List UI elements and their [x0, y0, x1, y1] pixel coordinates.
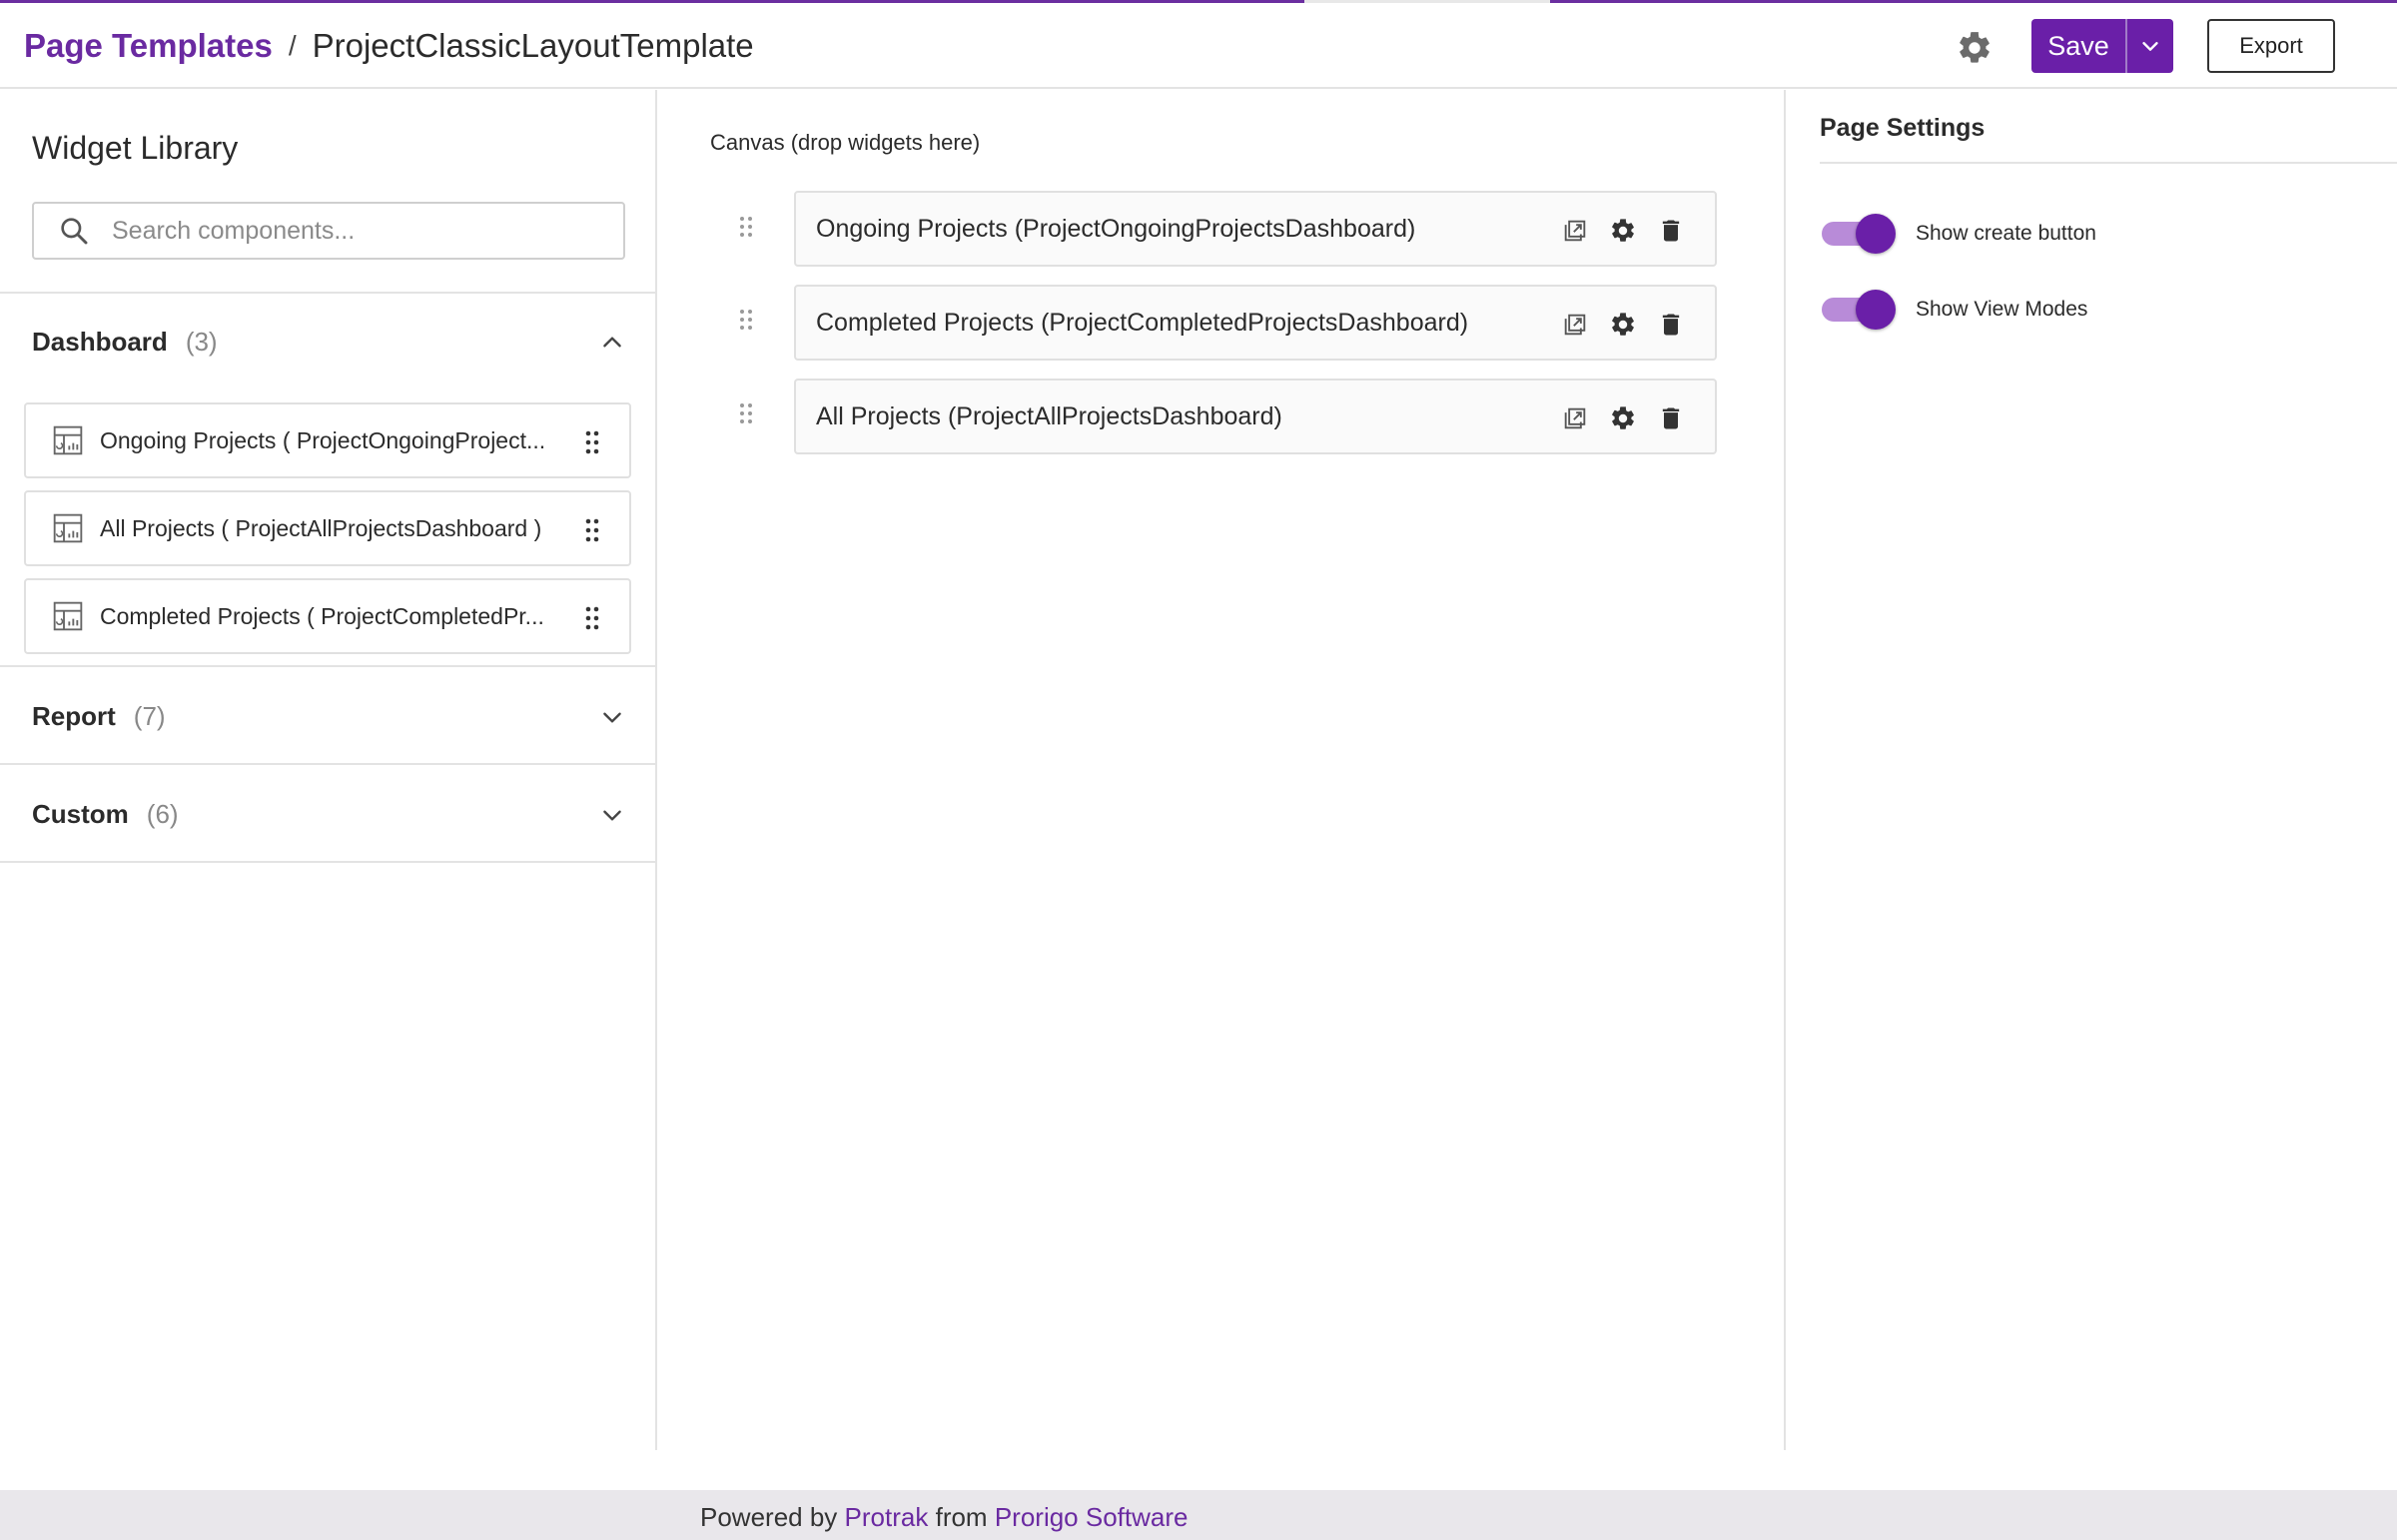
canvas-widget-label: All Projects (ProjectAllProjectsDashboar…	[816, 401, 1282, 430]
page-settings-panel: Page Settings Show create button Show Vi…	[1784, 90, 2397, 1450]
section-count: (7)	[133, 700, 166, 731]
section-dashboard-header[interactable]: Dashboard (3)	[32, 322, 625, 362]
page-title: ProjectClassicLayoutTemplate	[312, 27, 754, 64]
section-report-header[interactable]: Report (7)	[32, 696, 625, 736]
library-item-completed-projects[interactable]: Completed Projects ( ProjectCompletedPr.…	[24, 578, 631, 654]
show-create-button-toggle[interactable]	[1822, 214, 1896, 254]
gear-icon[interactable]	[1609, 404, 1637, 432]
section-name: Custom	[32, 798, 129, 829]
library-item-all-projects[interactable]: All Projects ( ProjectAllProjectsDashboa…	[24, 490, 631, 566]
trash-icon[interactable]	[1657, 311, 1685, 339]
header: Page Templates / ProjectClassicLayoutTem…	[0, 3, 2397, 89]
widget-library-title: Widget Library	[32, 130, 239, 166]
toggle-row-show-view-modes: Show View Modes	[1822, 290, 2087, 330]
save-button-group: Save	[2031, 19, 2173, 73]
section-custom-header[interactable]: Custom (6)	[32, 794, 625, 834]
canvas-widget[interactable]: Completed Projects (ProjectCompletedProj…	[794, 285, 1717, 361]
gear-icon[interactable]	[1956, 29, 1994, 67]
open-in-new-icon[interactable]	[1561, 217, 1589, 245]
library-item-label: All Projects ( ProjectAllProjectsDashboa…	[100, 514, 542, 541]
toggle-row-show-create-button: Show create button	[1822, 214, 2096, 254]
section-name: Report	[32, 700, 116, 731]
toggle-label: Show View Modes	[1916, 298, 2088, 321]
section-count: (3)	[185, 326, 218, 357]
chevron-down-icon	[2142, 42, 2158, 51]
canvas-widget-actions	[1541, 217, 1685, 245]
gear-icon[interactable]	[1609, 311, 1637, 339]
drag-handle-icon[interactable]	[739, 402, 753, 424]
open-in-new-icon[interactable]	[1561, 404, 1589, 432]
canvas-widget-label: Ongoing Projects (ProjectOngoingProjects…	[816, 214, 1416, 243]
drag-handle-icon[interactable]	[585, 430, 599, 454]
section-divider	[0, 292, 655, 294]
library-item-ongoing-projects[interactable]: Ongoing Projects ( ProjectOngoingProject…	[24, 402, 631, 478]
trash-icon[interactable]	[1657, 217, 1685, 245]
canvas-title: Canvas (drop widgets here)	[710, 130, 981, 155]
canvas-widget[interactable]: Ongoing Projects (ProjectOngoingProjects…	[794, 191, 1717, 267]
dashboard-widget-icon	[53, 425, 83, 455]
footer-product-link[interactable]: Protrak	[845, 1502, 929, 1532]
canvas-area[interactable]: Canvas (drop widgets here) Ongoing Proje…	[659, 90, 1784, 1450]
search-input[interactable]	[112, 216, 611, 246]
library-item-label: Completed Projects ( ProjectCompletedPr.…	[100, 602, 544, 629]
breadcrumb-page-templates-link[interactable]: Page Templates	[24, 27, 273, 65]
page-settings-title: Page Settings	[1820, 114, 1986, 142]
canvas-widget-actions	[1541, 404, 1685, 432]
open-in-new-icon[interactable]	[1561, 311, 1589, 339]
canvas-widget-actions	[1541, 311, 1685, 339]
dashboard-widget-icon	[53, 601, 83, 631]
drag-handle-icon[interactable]	[585, 606, 599, 630]
search-box[interactable]	[32, 202, 625, 260]
save-button[interactable]: Save	[2031, 19, 2127, 73]
chevron-up-icon[interactable]	[599, 330, 625, 356]
show-view-modes-toggle[interactable]	[1822, 290, 1896, 330]
drag-handle-icon[interactable]	[739, 216, 753, 238]
section-divider	[0, 665, 655, 667]
save-options-button[interactable]	[2127, 19, 2173, 73]
footer-company-link[interactable]: Prorigo Software	[995, 1502, 1189, 1532]
gear-icon[interactable]	[1609, 217, 1637, 245]
library-item-label: Ongoing Projects ( ProjectOngoingProject…	[100, 426, 546, 453]
drag-handle-icon[interactable]	[739, 309, 753, 331]
trash-icon[interactable]	[1657, 404, 1685, 432]
canvas-widget[interactable]: All Projects (ProjectAllProjectsDashboar…	[794, 379, 1717, 454]
section-name: Dashboard	[32, 326, 168, 357]
breadcrumb-separator: /	[288, 30, 297, 61]
search-icon	[61, 218, 88, 245]
section-count: (6)	[146, 798, 179, 829]
dashboard-widget-icon	[53, 513, 83, 543]
drag-handle-icon[interactable]	[585, 518, 599, 542]
toggle-label: Show create button	[1916, 222, 2096, 245]
canvas-widget-label: Completed Projects (ProjectCompletedProj…	[816, 308, 1469, 337]
footer-middle: from	[935, 1502, 988, 1532]
footer-prefix: Powered by	[700, 1502, 838, 1532]
section-divider	[0, 861, 655, 863]
footer-text: Powered by Protrak from Prorigo Software	[700, 1502, 1188, 1533]
breadcrumb: Page Templates / ProjectClassicLayoutTem…	[24, 27, 754, 65]
export-button[interactable]: Export	[2207, 19, 2335, 73]
footer: Powered by Protrak from Prorigo Software	[0, 1490, 2397, 1540]
section-divider	[0, 763, 655, 765]
chevron-down-icon[interactable]	[599, 802, 625, 828]
page-settings-divider	[1820, 162, 2397, 164]
chevron-down-icon[interactable]	[599, 704, 625, 730]
widget-library-panel: Widget Library Dashboard (3) Ongoing Pro…	[0, 90, 657, 1450]
